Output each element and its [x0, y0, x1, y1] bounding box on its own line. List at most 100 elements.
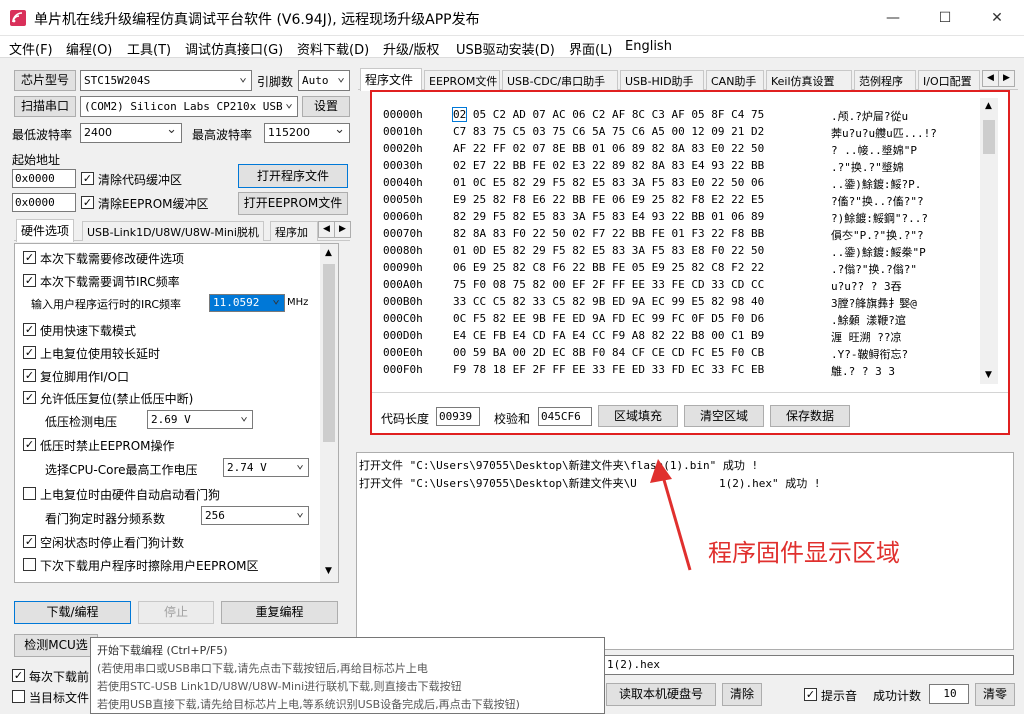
reset-count-button[interactable]: 清零 — [975, 683, 1015, 706]
irc-frequency-select[interactable]: 11.0592 — [209, 294, 285, 312]
chip-model-button[interactable]: 芯片型号 — [14, 70, 76, 91]
clear-eeprom-buffer-checkbox[interactable]: ✓ — [81, 196, 94, 209]
options-scroll-thumb[interactable] — [323, 264, 335, 442]
open-eeprom-file-button[interactable]: 打开EEPROM文件 — [238, 192, 348, 215]
irc-frequency-label: 输入用户程序运行时的IRC频率 — [31, 298, 182, 311]
code-length-value: 00939 — [436, 407, 480, 426]
tab-eeprom-file[interactable]: EEPROM文件 — [424, 70, 500, 90]
menu-downloads[interactable]: 资料下载(D) — [297, 39, 369, 58]
hex-bytes[interactable]: F9 78 18 EF 2F FF EE 33 FE ED 33 FD EC 3… — [453, 363, 764, 376]
clear-log-button[interactable]: 清除 — [722, 683, 762, 706]
read-hdd-serial-button[interactable]: 读取本机硬盘号 — [606, 683, 716, 706]
tab-program-file[interactable]: 程序文件 — [360, 68, 422, 91]
max-baud-select[interactable]: 115200 — [264, 123, 350, 143]
modify-hw-options-checkbox[interactable]: ✓ — [23, 251, 36, 264]
menu-upgrade[interactable]: 升级/版权 — [383, 39, 439, 58]
tab-usb-cdc-serial[interactable]: USB-CDC/串口助手 — [502, 70, 618, 90]
hex-scroll-thumb[interactable] — [983, 120, 995, 154]
hex-bytes[interactable]: 02 05 C2 AD 07 AC 06 C2 AF 8C C3 AF 05 8… — [451, 107, 764, 122]
adjust-irc-checkbox[interactable]: ✓ — [23, 274, 36, 287]
hex-bytes[interactable]: E4 CE FB E4 CD FA E4 CC F9 A8 82 22 B8 0… — [453, 329, 764, 342]
hex-ascii: .?傟?"换.?傟?" — [831, 263, 917, 276]
clear-code-buffer-checkbox[interactable]: ✓ — [81, 172, 94, 185]
hex-bytes[interactable]: 02 E7 22 BB FE 02 E3 22 89 82 8A 83 E4 9… — [453, 159, 764, 172]
repeat-program-button[interactable]: 重复编程 — [221, 601, 338, 624]
detect-mcu-button[interactable]: 检测MCU选 — [14, 634, 98, 657]
scan-port-button[interactable]: 扫描串口 — [14, 96, 76, 117]
hex-bytes[interactable]: 82 29 F5 82 E5 83 3A F5 83 E4 93 22 BB 0… — [453, 210, 764, 223]
hex-bytes[interactable]: AF 22 FF 02 07 8E BB 01 06 89 82 8A 83 E… — [453, 142, 764, 155]
hex-bytes[interactable]: 00 59 BA 00 2D EC 8B F0 84 CF CE CD FC E… — [453, 346, 764, 359]
tooltip-title: 开始下载编程 (Ctrl+P/F5) — [97, 644, 228, 657]
max-baud-label: 最高波特率 — [192, 128, 253, 142]
hex-bytes[interactable]: 01 0D E5 82 29 F5 82 E5 83 3A F5 83 E8 F… — [453, 244, 764, 257]
hex-bytes[interactable]: C7 83 75 C5 03 75 C6 5A 75 C6 A5 00 12 0… — [453, 125, 764, 138]
hex-ascii: 鵻.? ? 3 3 — [831, 365, 895, 378]
tab-can[interactable]: CAN助手 — [706, 70, 764, 90]
start-address-label: 起始地址 — [12, 153, 61, 167]
fast-download-checkbox[interactable]: ✓ — [23, 323, 36, 336]
fill-region-button[interactable]: 区域填充 — [598, 405, 678, 427]
scroll-down-icon[interactable]: ▼ — [325, 566, 332, 576]
auto-watchdog-checkbox[interactable] — [23, 487, 36, 500]
clear-region-button[interactable]: 清空区域 — [684, 405, 764, 427]
cpu-voltage-select[interactable]: 2.74 V — [223, 458, 309, 477]
menu-tools[interactable]: 工具(T) — [127, 39, 171, 58]
hex-bytes[interactable]: 75 F0 08 75 82 00 EF 2F FF EE 33 FE CD 3… — [453, 278, 764, 291]
beep-checkbox[interactable]: ✓ — [804, 688, 817, 701]
tab-io-config[interactable]: I/O口配置 — [918, 70, 980, 90]
hex-cursor[interactable]: 02 — [451, 107, 468, 122]
tab-scroll-right-icon[interactable]: ▶ — [334, 221, 351, 238]
menu-debug-interface[interactable]: 调试仿真接口(G) — [185, 39, 283, 58]
min-baud-select[interactable]: 2400 — [80, 123, 182, 143]
menu-file[interactable]: 文件(F) — [9, 39, 53, 58]
idle-stop-wdt-checkbox[interactable]: ✓ — [23, 535, 36, 548]
hex-scroll-up-icon[interactable]: ▲ — [985, 101, 992, 111]
menu-usb-driver[interactable]: USB驱动安装(D) — [456, 39, 555, 58]
tab-examples[interactable]: 范例程序 — [854, 70, 916, 90]
menu-interface[interactable]: 界面(L) — [569, 39, 612, 58]
long-reset-delay-checkbox[interactable]: ✓ — [23, 346, 36, 359]
chip-model-select[interactable]: STC15W204S — [80, 70, 252, 91]
reset-pin-io-checkbox[interactable]: ✓ — [23, 369, 36, 382]
maximize-button[interactable]: ☐ — [922, 0, 968, 36]
settings-button[interactable]: 设置 — [302, 96, 350, 117]
lvd-voltage-select[interactable]: 2.69 V — [147, 410, 253, 429]
low-voltage-reset-checkbox[interactable]: ✓ — [23, 391, 36, 404]
hex-bytes[interactable]: 01 0C E5 82 29 F5 82 E5 83 3A F5 83 E0 2… — [453, 176, 764, 189]
eeprom-start-address-input[interactable]: 0x0000 — [12, 193, 76, 212]
hex-scrollbar[interactable]: ▲ ▼ — [980, 98, 998, 384]
erase-eeprom-checkbox[interactable] — [23, 558, 36, 571]
options-scrollbar[interactable]: ▲ ▼ — [320, 244, 338, 582]
minimize-button[interactable]: — — [870, 0, 916, 36]
close-button[interactable]: ✕ — [974, 0, 1020, 36]
wdt-divider-select[interactable]: 256 — [201, 506, 309, 525]
right-tab-scroll-right-icon[interactable]: ▶ — [998, 70, 1015, 87]
download-program-button[interactable]: 下载/编程 — [14, 601, 131, 624]
lv-disable-eeprom-checkbox[interactable]: ✓ — [23, 438, 36, 451]
hex-bytes[interactable]: E9 25 82 F8 E6 22 BB FE 06 E9 25 82 F8 E… — [453, 193, 764, 206]
open-program-file-button[interactable]: 打开程序文件 — [238, 164, 348, 188]
serial-port-select[interactable]: (COM2) Silicon Labs CP210x USB — [80, 96, 298, 117]
menu-english[interactable]: English — [625, 39, 672, 54]
hex-bytes[interactable]: 06 E9 25 82 C8 F6 22 BB FE 05 E9 25 82 C… — [453, 261, 764, 274]
tab-hardware-options[interactable]: 硬件选项 — [16, 219, 75, 242]
target-file-checkbox[interactable] — [12, 690, 25, 703]
save-data-button[interactable]: 保存数据 — [770, 405, 850, 427]
menu-program[interactable]: 编程(O) — [66, 39, 112, 58]
pins-select[interactable]: Auto — [298, 70, 350, 91]
tab-keil-sim[interactable]: Keil仿真设置 — [766, 70, 852, 90]
hex-bytes[interactable]: 82 8A 83 F0 22 50 02 F7 22 BB FE 01 F3 2… — [453, 227, 764, 240]
hex-bytes[interactable]: 0C F5 82 EE 9B FE ED 9A FD EC 99 FC 0F D… — [453, 312, 764, 325]
hex-scroll-down-icon[interactable]: ▼ — [985, 370, 992, 380]
tab-usb-link-offline[interactable]: USB-Link1D/U8W/U8W-Mini脱机 — [82, 221, 264, 241]
scroll-up-icon[interactable]: ▲ — [325, 248, 332, 258]
hex-bytes[interactable]: 33 CC C5 82 33 C5 82 9B ED 9A EC 99 E5 8… — [453, 295, 764, 308]
code-start-address-input[interactable]: 0x0000 — [12, 169, 76, 188]
tab-usb-hid[interactable]: USB-HID助手 — [620, 70, 704, 90]
right-tab-scroll-left-icon[interactable]: ◀ — [982, 70, 999, 87]
each-download-checkbox[interactable]: ✓ — [12, 669, 25, 682]
tab-scroll-left-icon[interactable]: ◀ — [318, 221, 335, 238]
stop-button[interactable]: 停止 — [138, 601, 214, 624]
tab-program-encrypt[interactable]: 程序加 — [270, 221, 318, 241]
